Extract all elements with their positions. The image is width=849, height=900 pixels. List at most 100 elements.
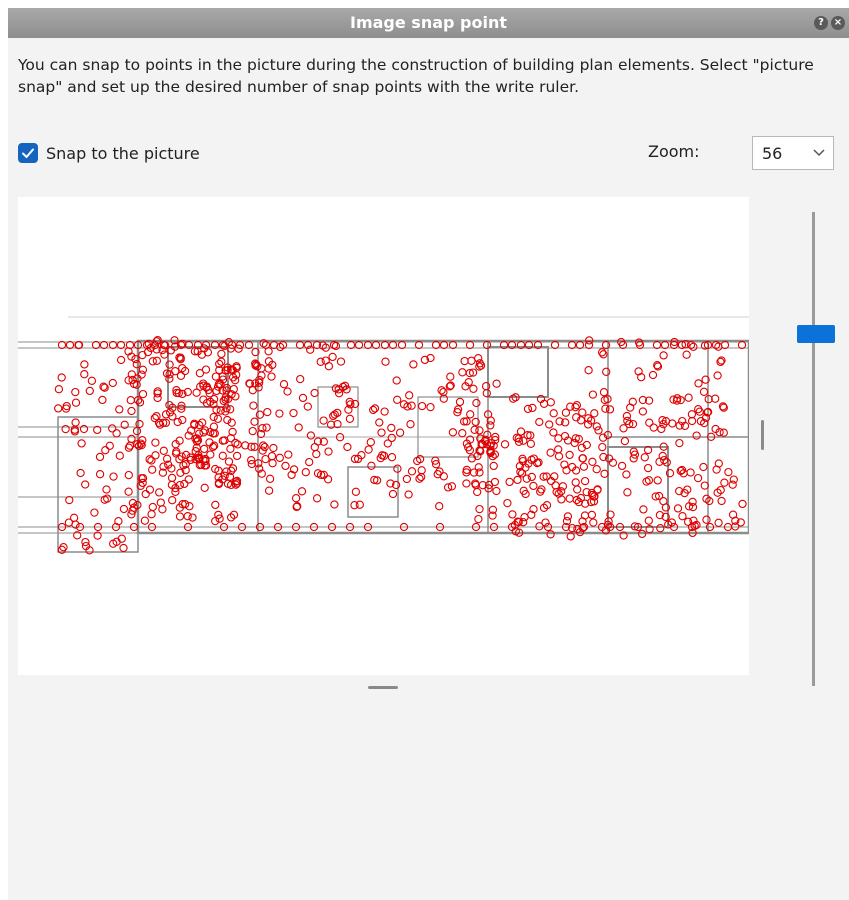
snap-point-marker [147,510,156,519]
picture-preview[interactable] [18,197,749,675]
snap-point-marker [466,410,475,419]
snap-point-marker [702,515,711,524]
snap-point-marker [57,373,66,382]
snap-point-marker [724,467,733,477]
snap-point-marker [267,372,276,381]
snap-point-marker [224,457,234,466]
snap-point-marker [98,395,107,405]
snap-point-marker [275,453,284,462]
snap-point-marker [489,461,498,471]
snap-point-marker [473,487,482,497]
snap-point-marker [458,429,467,438]
snap-point-marker [370,404,380,413]
snap-point-marker [80,370,89,379]
snap-point-marker [500,440,510,449]
snap-point-marker [380,407,389,416]
snap-point-marker [167,473,177,483]
snap-point-marker [694,405,703,414]
snap-point-marker [200,483,209,492]
snap-point-marker [127,406,136,416]
snap-point-marker [729,475,738,484]
snap-point-marker [343,442,352,452]
snap-point-marker [71,418,80,427]
snap-point-marker [71,387,80,397]
snap-point-marker [138,365,148,374]
zoom-select[interactable]: 56 [752,136,834,170]
snap-point-marker [579,462,589,471]
snap-point-marker [549,409,558,418]
snap-point-marker [267,452,277,461]
snap-point-marker [675,438,684,448]
snap-point-marker [279,380,289,389]
snap-point-marker [351,487,361,496]
snap-point-marker [257,371,266,380]
snap-point-marker [283,387,292,396]
snap-point-marker [140,516,150,525]
snap-point-marker [159,446,168,455]
zoom-label: Zoom: [648,142,700,161]
snap-point-marker [206,450,215,459]
snap-point-marker [321,356,330,365]
snap-point-marker [460,356,469,366]
snap-point-marker [565,494,574,503]
snap-point-marker [248,426,257,436]
snap-point-marker [328,352,337,362]
snap-point-marker [387,423,396,433]
snap-point-marker [312,449,321,459]
snap-point-marker [310,388,319,398]
snap-point-marker [264,347,273,356]
snap-point-marker [720,478,729,487]
snap-point-marker [469,384,478,393]
snap-point-marker [678,512,687,521]
snap-point-marker [588,390,598,399]
snap-point-marker [80,360,89,369]
snap-point-marker [482,389,491,398]
snap-density-slider-thumb[interactable] [797,325,835,343]
snap-density-slider-track[interactable] [812,212,815,686]
snap-point-marker [301,468,310,477]
snap-point-marker [393,395,402,404]
snap-point-marker [689,342,698,351]
snap-point-marker [377,428,386,437]
snap-point-marker [108,424,117,433]
snap-point-markers [54,335,747,555]
snap-point-marker [95,470,105,479]
snap-point-marker [367,461,376,470]
snap-point-marker [330,500,339,509]
snap-point-marker [168,496,177,505]
snap-point-marker [439,472,448,481]
snap-point-marker [475,504,484,514]
snap-point-marker [263,407,272,417]
snap-point-marker [728,510,738,519]
vertical-splitter-handle[interactable] [761,420,764,450]
snap-point-marker [738,499,747,509]
snap-point-marker [291,494,301,503]
snap-point-marker [505,477,514,487]
snap-point-marker [336,357,346,366]
snap-point-marker [275,409,284,418]
snap-point-marker [640,453,649,462]
snap-point-marker [126,396,135,405]
snap-point-marker [305,457,314,467]
snap-point-marker [148,465,157,474]
snap-to-picture-checkbox[interactable] [18,143,38,163]
close-icon[interactable]: × [831,16,845,30]
snap-point-marker [201,365,211,374]
title-bar[interactable]: Image snap point ? × [8,8,849,38]
snap-point-marker [682,350,691,359]
snap-point-marker [87,376,97,385]
snap-point-marker [54,385,64,394]
snap-point-marker [608,458,618,467]
snap-point-marker [250,417,259,426]
help-icon[interactable]: ? [814,16,828,30]
snap-point-marker [573,485,582,494]
snap-point-marker [296,374,305,384]
snap-point-marker [402,474,412,484]
snap-to-picture-label[interactable]: Snap to the picture [46,144,200,163]
horizontal-splitter-handle[interactable] [368,686,398,689]
snap-point-marker [103,494,112,503]
snap-point-marker [178,415,187,425]
snap-point-marker [448,428,458,437]
snap-point-marker [508,510,517,519]
snap-point-marker [381,357,390,366]
